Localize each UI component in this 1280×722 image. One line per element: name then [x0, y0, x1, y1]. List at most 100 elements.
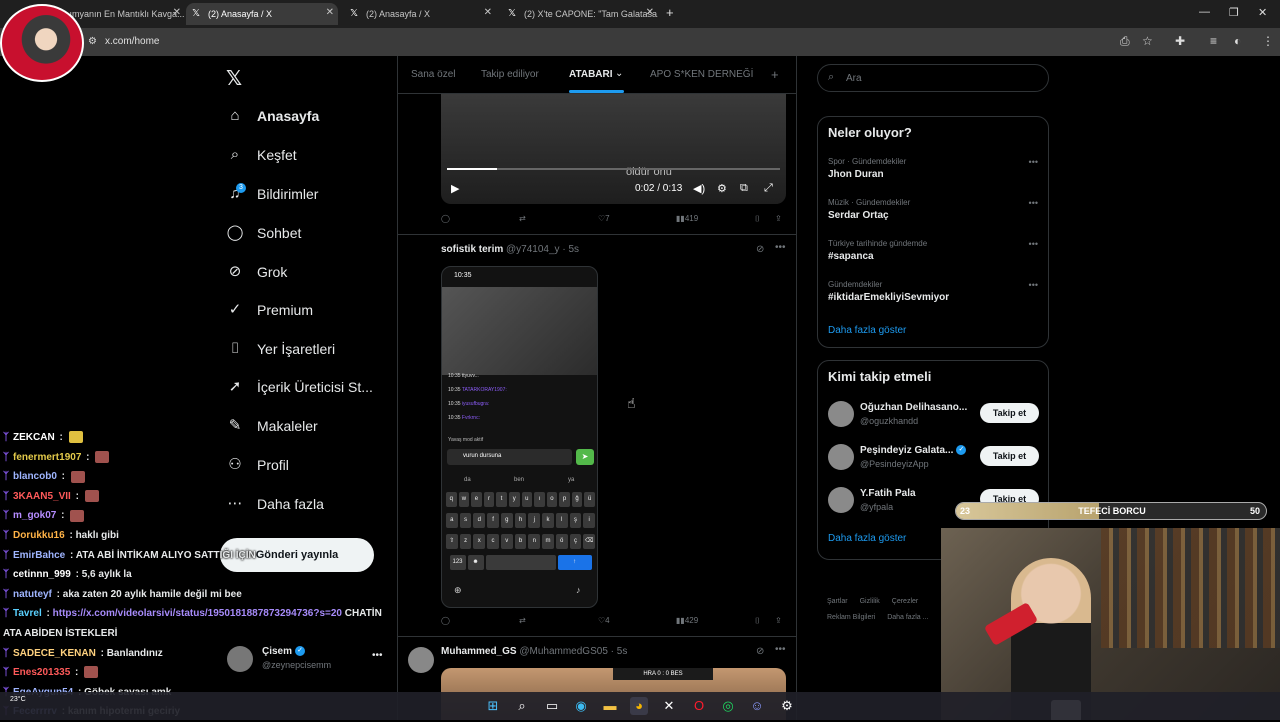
- chat-username[interactable]: ZEKCAN: [13, 432, 55, 443]
- maximize-icon[interactable]: ❐: [1229, 6, 1239, 19]
- media-icon[interactable]: ≡: [1210, 34, 1217, 48]
- show-more-link[interactable]: Daha fazla göster: [828, 533, 906, 544]
- chevron-down-icon[interactable]: ⌄: [615, 68, 623, 79]
- chat-username[interactable]: Tavrel: [13, 608, 42, 619]
- repost-icon[interactable]: ⇄: [519, 616, 526, 625]
- fullscreen-icon[interactable]: ⤢: [764, 182, 773, 195]
- more-icon[interactable]: •••: [775, 242, 786, 253]
- chat-username[interactable]: Enes201335: [13, 667, 70, 678]
- bookmark-star-icon[interactable]: ☆: [1142, 34, 1153, 48]
- like-icon[interactable]: ♡ 7: [598, 214, 610, 223]
- sidebar-item-1[interactable]: ⌂ Anasayfa: [226, 103, 319, 129]
- trend-item[interactable]: Müzik · Gündemdekiler Serdar Ortaç •••: [828, 198, 1040, 228]
- sidebar-item-5[interactable]: ⊘ Grok: [226, 259, 288, 285]
- sidebar-item-2[interactable]: ⌕ Keşfet: [226, 142, 297, 168]
- close-icon[interactable]: ✕: [484, 7, 492, 18]
- footer-link[interactable]: Şartlar: [827, 598, 848, 605]
- search-input[interactable]: ⌕ Ara: [817, 64, 1049, 92]
- avatar[interactable]: [828, 487, 854, 513]
- search-icon[interactable]: ⌕: [513, 697, 531, 715]
- repost-icon[interactable]: ⇄: [519, 214, 526, 223]
- sidebar-item-3[interactable]: ♫ 3 Bildirimler: [226, 181, 318, 207]
- tab-atabari[interactable]: ATABARI: [569, 69, 613, 80]
- browser-tab-2[interactable]: 𝕏 (2) Anasayfa / X ✕: [186, 3, 338, 25]
- more-icon[interactable]: •••: [1029, 239, 1038, 249]
- menu-icon[interactable]: ⋮: [1262, 34, 1274, 48]
- discord-icon[interactable]: ☺: [748, 697, 766, 715]
- chat-username[interactable]: cetinnn_999: [13, 569, 71, 580]
- video-progress[interactable]: [447, 168, 780, 170]
- footer-link[interactable]: Çerezler: [892, 598, 918, 605]
- views-icon[interactable]: ▮▮ 419: [676, 214, 698, 223]
- settings-icon[interactable]: ⚙: [717, 182, 727, 195]
- trend-item[interactable]: Gündemdekiler #iktidarEmekliyiSevmiyor •••: [828, 280, 1040, 310]
- close-window-icon[interactable]: ✕: [1258, 6, 1267, 19]
- volume-icon[interactable]: ◀): [693, 182, 705, 195]
- play-icon[interactable]: ▶: [451, 182, 459, 195]
- reply-icon[interactable]: ◯: [441, 214, 450, 223]
- follow-suggestion[interactable]: Oğuzhan Delihasano... @oguzkhandd Takip et: [828, 399, 1040, 429]
- task-view-icon[interactable]: ▭: [543, 697, 561, 715]
- like-icon[interactable]: ♡ 4: [598, 616, 610, 625]
- spotify-icon[interactable]: ◎: [719, 697, 737, 715]
- close-icon[interactable]: ✕: [646, 7, 654, 18]
- grok-icon[interactable]: ⊘: [756, 646, 764, 657]
- grok-icon[interactable]: ⊘: [756, 244, 764, 255]
- avatar[interactable]: [408, 647, 434, 673]
- more-icon[interactable]: •••: [1029, 198, 1038, 208]
- x-app-icon[interactable]: ✕: [660, 697, 678, 715]
- post-author[interactable]: Muhammed_GS @MuhammedGS05 · 5s: [441, 646, 627, 657]
- close-icon[interactable]: ✕: [326, 7, 334, 18]
- settings-icon[interactable]: ⚙: [778, 697, 796, 715]
- more-icon[interactable]: •••: [1029, 157, 1038, 167]
- chat-link[interactable]: https://x.com/videolarsivi/status/195018…: [53, 608, 342, 619]
- file-explorer-icon[interactable]: ▬: [601, 697, 619, 715]
- add-tab-button[interactable]: +: [771, 67, 779, 82]
- windows-start-icon[interactable]: ⊞: [484, 697, 502, 715]
- new-tab-button[interactable]: +: [666, 5, 674, 20]
- follow-button[interactable]: Takip et: [980, 446, 1039, 466]
- video-player[interactable]: öldür onu ▶ 0:02 / 0:13 ◀) ⚙ ⧉ ⤢: [441, 94, 786, 204]
- weather-widget[interactable]: 23°C: [10, 696, 26, 703]
- chat-username[interactable]: Dorukku16: [13, 530, 65, 541]
- sidebar-item-7[interactable]: ⌷ Yer İşaretleri: [226, 336, 335, 362]
- chrome-icon[interactable]: ◕: [630, 697, 648, 715]
- footer-link[interactable]: Reklam Bilgileri: [827, 614, 875, 621]
- site-info-icon[interactable]: ⚙: [88, 36, 97, 47]
- profile-icon[interactable]: ◐: [1234, 34, 1241, 48]
- url-field[interactable]: x.com/home: [105, 36, 159, 47]
- share-icon[interactable]: ⇪: [775, 616, 782, 625]
- browser-tab-3[interactable]: 𝕏 (2) Anasayfa / X ✕: [344, 3, 496, 25]
- browser-tab-4[interactable]: 𝕏 (2) X'te CAPONE: "Tam Galatasa... ✕: [502, 3, 658, 25]
- views-icon[interactable]: ▮▮ 429: [676, 616, 698, 625]
- avatar[interactable]: [828, 444, 854, 470]
- chat-username[interactable]: blancob0: [13, 471, 57, 482]
- avatar[interactable]: [828, 401, 854, 427]
- chat-username[interactable]: natuteyf: [13, 589, 52, 600]
- tab-sana-ozel[interactable]: Sana özel: [411, 69, 455, 80]
- reply-icon[interactable]: ◯: [441, 616, 450, 625]
- edge-icon[interactable]: ◉: [572, 697, 590, 715]
- sidebar-item-8[interactable]: ➚ İçerik Üreticisi St...: [226, 374, 373, 400]
- chat-username[interactable]: SADECE_KENAN: [13, 648, 96, 659]
- post-image[interactable]: 10:35 10:35 ttyuvv... 10:35 TATARKORAY190…: [441, 266, 598, 608]
- x-logo-icon[interactable]: 𝕏: [226, 66, 242, 91]
- install-icon[interactable]: ⎙: [1120, 34, 1130, 49]
- extensions-icon[interactable]: ✚: [1175, 34, 1185, 48]
- bookmark-icon[interactable]: ⌷: [755, 616, 760, 626]
- bookmark-icon[interactable]: ⌷: [755, 214, 760, 224]
- sidebar-item-4[interactable]: ◯ Sohbet: [226, 220, 302, 246]
- trend-item[interactable]: Spor · Gündemdekiler Jhon Duran •••: [828, 157, 1040, 187]
- opera-icon[interactable]: O: [690, 697, 708, 715]
- tab-takip-ediliyor[interactable]: Takip ediliyor: [481, 69, 539, 80]
- minimize-icon[interactable]: —: [1199, 6, 1210, 18]
- footer-link[interactable]: Daha fazla ...: [887, 614, 928, 621]
- follow-suggestion[interactable]: Peşindeyiz Galata... ✓ @PesindeyizApp Takip…: [828, 442, 1040, 472]
- chat-username[interactable]: EmirBahce: [13, 550, 65, 561]
- chat-username[interactable]: 3KAAN5_VII: [13, 491, 71, 502]
- more-icon[interactable]: •••: [1029, 280, 1038, 290]
- show-more-link[interactable]: Daha fazla göster: [828, 325, 906, 336]
- trend-item[interactable]: Türkiye tarihinde gündemde #sapanca •••: [828, 239, 1040, 269]
- footer-link[interactable]: Gizlilik: [860, 598, 880, 605]
- follow-button[interactable]: Takip et: [980, 403, 1039, 423]
